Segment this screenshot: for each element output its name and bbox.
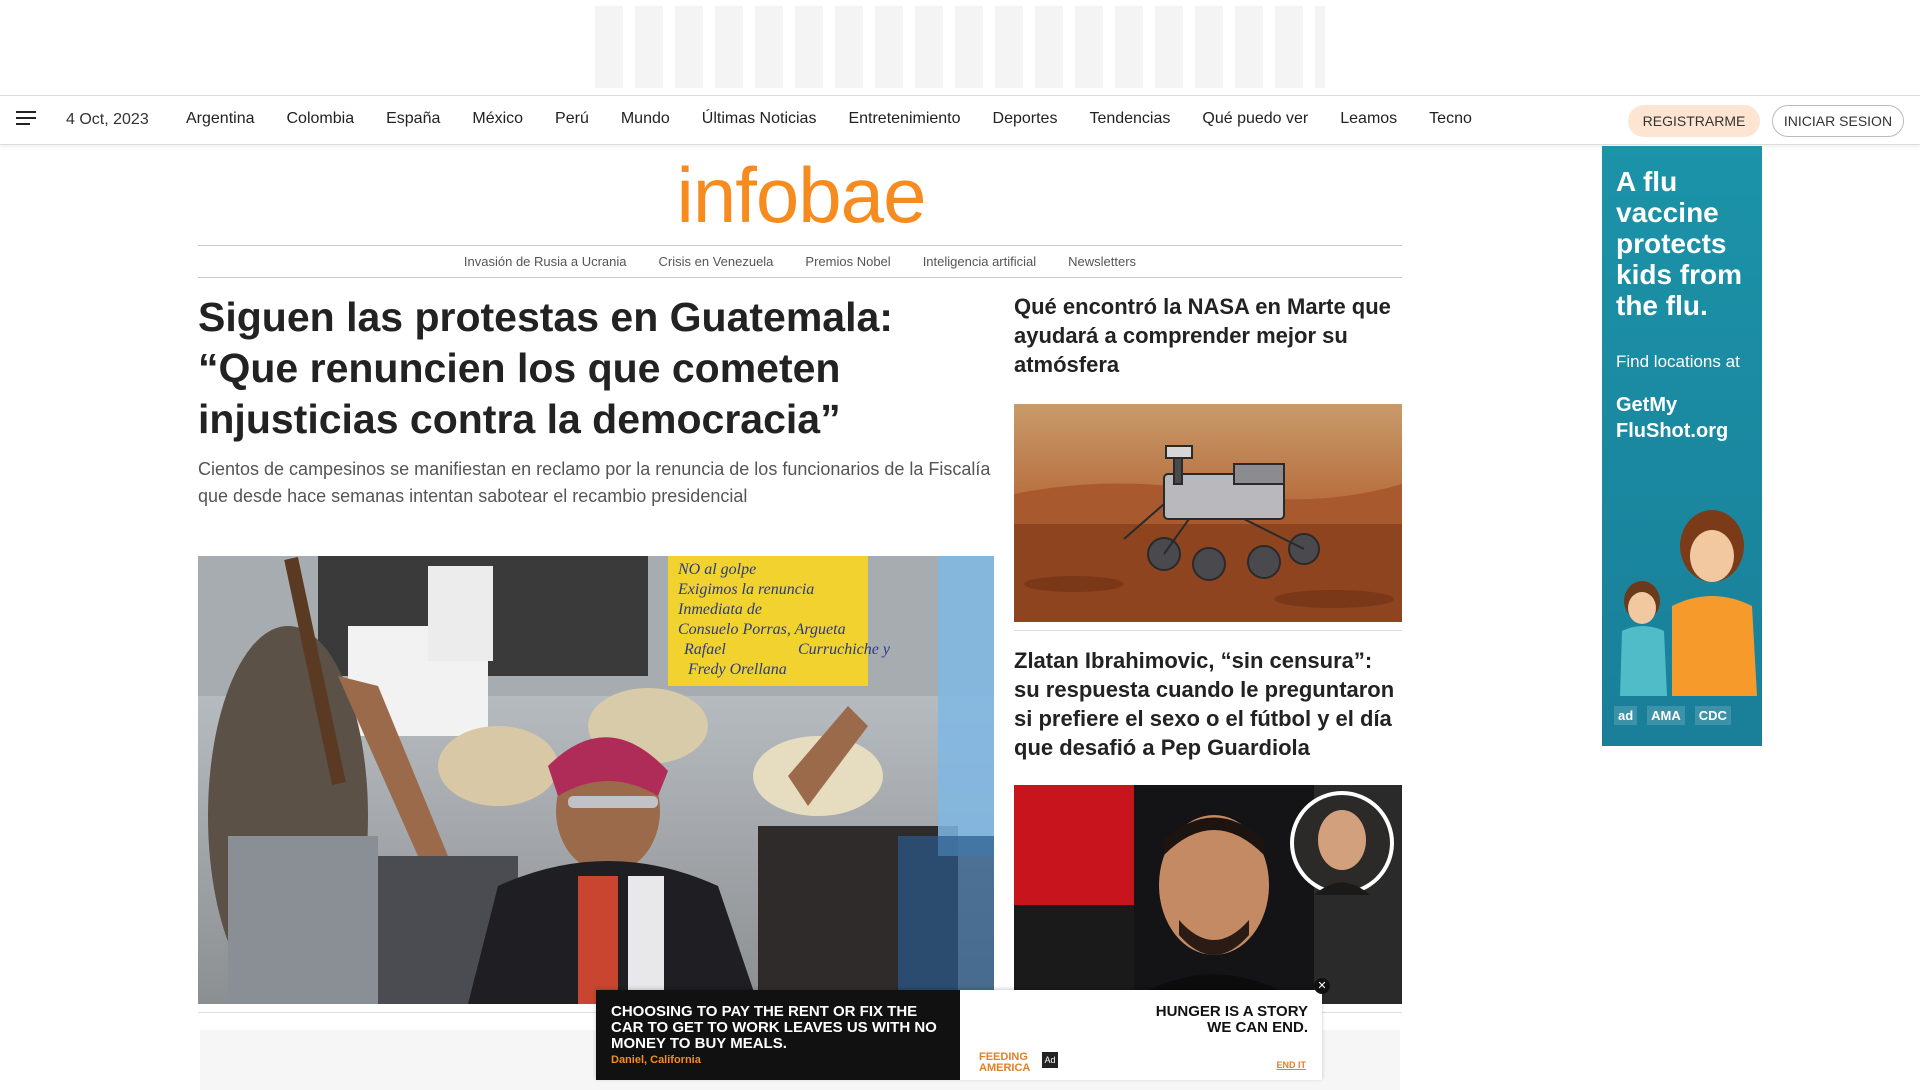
nav-link-ultimas-noticias[interactable]: Últimas Noticias [702, 110, 817, 128]
nav-link-tendencias[interactable]: Tendencias [1089, 110, 1170, 128]
sign-line-6: Rafael [683, 641, 726, 658]
guatemala-protest-photo[interactable]: NO al golpe Exigimos la renuncia Inmedia… [198, 556, 994, 1004]
nav-link-mundo[interactable]: Mundo [621, 110, 670, 128]
nav-link-peru[interactable]: Perú [555, 110, 589, 128]
register-button[interactable]: REGISTRARME [1628, 105, 1760, 137]
nav-link-mexico[interactable]: México [472, 110, 523, 128]
current-date: 4 Oct, 2023 [66, 111, 149, 128]
top-navbar: 4 Oct, 2023 Argentina Colombia España Mé… [0, 95, 1920, 145]
subnav-nobel[interactable]: Premios Nobel [805, 254, 890, 269]
ad-tagline: HUNGER IS A STORY WE CAN END. [1155, 1003, 1308, 1036]
nav-link-argentina[interactable]: Argentina [186, 110, 255, 128]
hamburger-menu-icon[interactable] [16, 111, 36, 127]
sign-line-7: Fredy Orellana [687, 661, 787, 678]
infobae-logo[interactable]: infobae [666, 150, 936, 240]
flu-ad-headline: A flu vaccine protects kids from the flu… [1616, 166, 1743, 321]
feeding-america-ad[interactable]: CHOOSING TO PAY THE RENT OR FIX THE CAR … [596, 978, 1330, 1080]
sign-line-2: Exigimos la renuncia [677, 581, 814, 598]
end-it-link[interactable]: END IT [1276, 1060, 1306, 1070]
ad-council-icon: Ad [1042, 1052, 1058, 1068]
mars-rover-photo[interactable] [1014, 404, 1402, 622]
ad-quote: CHOOSING TO PAY THE RENT OR FIX THE CAR … [611, 1003, 937, 1052]
nav-link-espana[interactable]: España [386, 110, 440, 128]
sign-line-1: NO al golpe [677, 561, 756, 578]
ad-council-logo: ad [1614, 706, 1638, 725]
flu-ad-logos: ad AMA CDC [1614, 706, 1731, 725]
top-ad-banner[interactable] [0, 0, 1920, 95]
sign-line-4: Consuelo Porras, Argueta [678, 621, 846, 638]
cdc-logo: CDC [1694, 706, 1731, 725]
side-story-nasa-headline[interactable]: Qué encontró la NASA en Marte que ayudar… [1014, 292, 1402, 379]
nav-link-deportes[interactable]: Deportes [993, 110, 1058, 128]
side-story-zlatan-headline[interactable]: Zlatan Ibrahimovic, “sin censura”: su re… [1014, 646, 1402, 762]
zlatan-photo[interactable] [1014, 785, 1402, 1004]
subnav-ai[interactable]: Inteligencia artificial [923, 254, 1036, 269]
subnav-venezuela[interactable]: Crisis en Venezuela [659, 254, 774, 269]
nav-link-tecno[interactable]: Tecno [1429, 110, 1472, 128]
nav-link-que-puedo-ver[interactable]: Qué puedo ver [1202, 110, 1308, 128]
ad-left-panel: CHOOSING TO PAY THE RENT OR FIX THE CAR … [596, 990, 960, 1080]
flu-ad-sub: Find locations at [1616, 352, 1740, 371]
flu-ad-url: GetMy FluShot.org [1616, 394, 1729, 442]
nav-link-entretenimiento[interactable]: Entretenimiento [848, 110, 960, 128]
sign-line-5: Curruchiche y [798, 641, 891, 658]
nav-link-colombia[interactable]: Colombia [287, 110, 355, 128]
main-headline[interactable]: Siguen las protestas en Guatemala: “Que … [198, 292, 998, 445]
sign-line-3: Inmediata de [677, 601, 762, 618]
country-nav: Argentina Colombia España México Perú Mu… [186, 110, 1504, 128]
feeding-america-logo: FEEDING AMERICA [979, 1051, 1031, 1074]
topics-subnav: Invasión de Rusia a Ucrania Crisis en Ve… [198, 245, 1402, 278]
close-ad-icon[interactable]: ✕ [1314, 978, 1330, 994]
ad-attribution: Daniel, California [611, 1054, 701, 1066]
main-deck: Cientos de campesinos se manifiestan en … [198, 459, 991, 506]
flu-vaccine-ad[interactable]: A flu vaccine protects kids from the flu… [1602, 146, 1762, 746]
subnav-ukraine[interactable]: Invasión de Rusia a Ucrania [464, 254, 627, 269]
ama-logo: AMA [1647, 706, 1685, 725]
flu-ad-illustration [1620, 510, 1757, 696]
subnav-newsletters[interactable]: Newsletters [1068, 254, 1136, 269]
login-button[interactable]: INICIAR SESION [1772, 105, 1904, 137]
top-ad-ghost [595, 6, 1325, 88]
nav-link-leamos[interactable]: Leamos [1340, 110, 1397, 128]
side-divider [1014, 630, 1402, 631]
